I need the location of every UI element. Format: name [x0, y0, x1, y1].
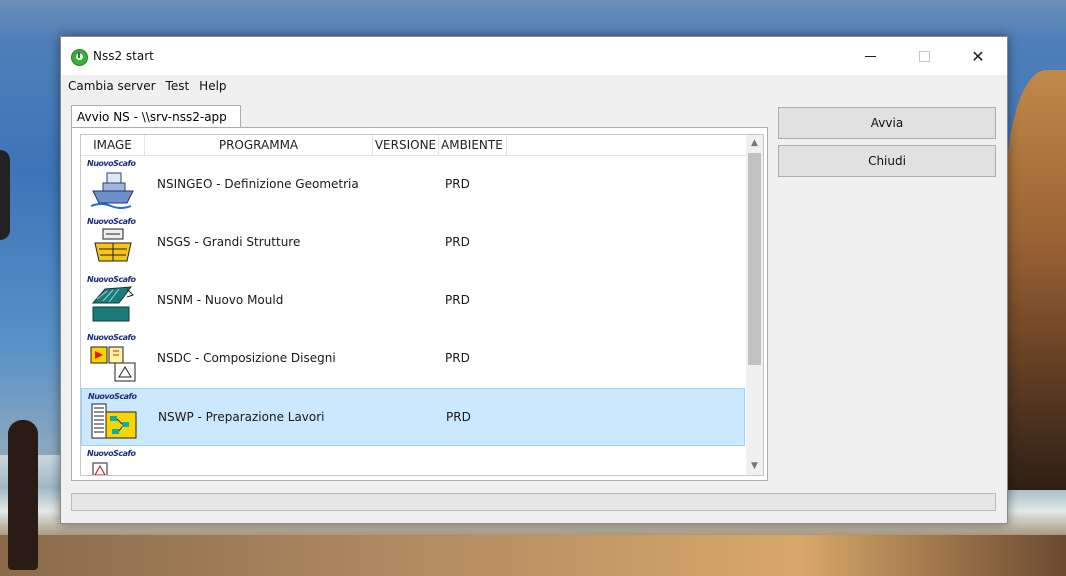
- row-brand: NuovoScafo: [87, 275, 136, 284]
- maximize-button[interactable]: [901, 37, 947, 75]
- row-program: NSWP - Preparazione Lavori: [158, 410, 325, 424]
- column-header-ambiente[interactable]: AMBIENTE: [439, 135, 507, 155]
- progress-bar: [71, 493, 996, 511]
- mould-icon: NuovoScafo: [87, 275, 139, 327]
- minimize-button[interactable]: [847, 37, 893, 75]
- row-brand: NuovoScafo: [87, 217, 136, 226]
- list-item[interactable]: NuovoScafo NSNM - Nuovo Mould PRD: [81, 272, 745, 330]
- scrollbar-thumb[interactable]: [748, 153, 761, 365]
- scroll-up-icon[interactable]: ▲: [746, 135, 763, 152]
- column-header-programma[interactable]: PROGRAMMA: [145, 135, 373, 155]
- list-item[interactable]: NuovoScafo NSGS - Grandi Strutture PRD: [81, 214, 745, 272]
- structure-icon: NuovoScafo: [87, 217, 139, 269]
- column-header-versione[interactable]: VERSIONE: [373, 135, 439, 155]
- row-brand: NuovoScafo: [87, 449, 136, 458]
- app-power-icon: [71, 49, 88, 66]
- row-environment: PRD: [445, 293, 470, 307]
- row-brand: NuovoScafo: [88, 392, 137, 401]
- row-program: NSDC - Composizione Disegni: [157, 351, 336, 365]
- window-title: Nss2 start: [93, 49, 154, 63]
- close-icon: ✕: [971, 46, 985, 66]
- avvia-button[interactable]: Avvia: [778, 107, 996, 139]
- row-brand: NuovoScafo: [87, 159, 136, 168]
- background-cliff: [1006, 70, 1066, 490]
- title-bar[interactable]: Nss2 start ✕: [61, 37, 1007, 75]
- row-environment: PRD: [446, 410, 471, 424]
- menu-help[interactable]: Help: [194, 79, 231, 93]
- menu-test[interactable]: Test: [161, 79, 195, 93]
- list-item[interactable]: NuovoScafo NSDC - Composizione Disegni P…: [81, 330, 745, 388]
- tab-avvio-ns[interactable]: Avvio NS - \\srv-nss2-app: [71, 105, 241, 127]
- background-sand: [0, 535, 1066, 576]
- list-item[interactable]: NuovoScafo: [81, 446, 745, 475]
- row-program: NSGS - Grandi Strutture: [157, 235, 301, 249]
- nss2-start-window: Nss2 start ✕ Cambia server Test Help Avv…: [60, 36, 1008, 524]
- partial-icon: NuovoScafo: [87, 449, 139, 475]
- close-window-button[interactable]: ✕: [955, 37, 1001, 75]
- row-program: NSINGEO - Definizione Geometria: [157, 177, 359, 191]
- tab-panel: IMAGE PROGRAMMA VERSIONE AMBIENTE NuovoS…: [71, 127, 768, 481]
- ship-icon: NuovoScafo: [87, 159, 139, 211]
- minimize-icon: [864, 55, 876, 57]
- list-item[interactable]: NuovoScafo NSINGEO - Definizione Geometr…: [81, 156, 745, 214]
- background-runner: [8, 420, 38, 570]
- background-dark-shape: [0, 150, 10, 240]
- row-environment: PRD: [445, 351, 470, 365]
- maximize-icon: [918, 50, 930, 62]
- menu-bar: Cambia server Test Help: [61, 75, 1007, 97]
- menu-cambia-server[interactable]: Cambia server: [63, 79, 161, 93]
- list-item-selected[interactable]: NuovoScafo NSWP - Preparazione Lavori PR…: [81, 388, 745, 446]
- workflow-icon: NuovoScafo: [88, 392, 140, 444]
- scroll-down-icon[interactable]: ▼: [746, 458, 763, 475]
- row-environment: PRD: [445, 235, 470, 249]
- chiudi-button[interactable]: Chiudi: [778, 145, 996, 177]
- drawing-icon: NuovoScafo: [87, 333, 139, 385]
- list-vertical-scrollbar[interactable]: ▲ ▼: [746, 135, 763, 475]
- row-program: NSNM - Nuovo Mould: [157, 293, 284, 307]
- column-header-image[interactable]: IMAGE: [81, 135, 145, 155]
- list-header: IMAGE PROGRAMMA VERSIONE AMBIENTE: [81, 135, 763, 156]
- program-list: IMAGE PROGRAMMA VERSIONE AMBIENTE NuovoS…: [80, 134, 764, 476]
- row-brand: NuovoScafo: [87, 333, 136, 342]
- row-environment: PRD: [445, 177, 470, 191]
